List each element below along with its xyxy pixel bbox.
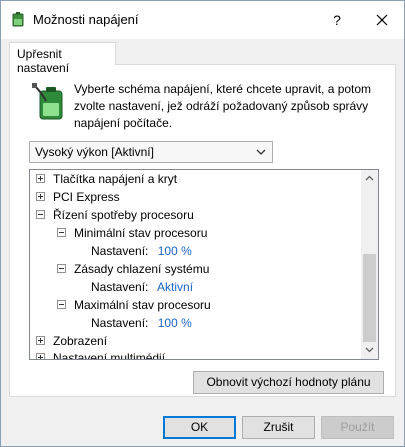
battery-app-icon — [12, 12, 24, 27]
collapse-icon[interactable] — [57, 228, 66, 237]
power-options-dialog: Možnosti napájení ? Upřesnit nastavení V… — [0, 0, 405, 447]
chevron-down-icon — [256, 149, 266, 155]
setting-value[interactable]: 100 % — [158, 316, 192, 330]
chevron-up-icon — [365, 175, 374, 181]
apply-button[interactable]: Použít — [321, 416, 394, 439]
tree-scrollbar[interactable] — [361, 170, 378, 359]
restore-defaults-button[interactable]: Obnovit výchozí hodnoty plánu — [193, 371, 384, 394]
ok-button[interactable]: OK — [163, 416, 236, 439]
setting-row-min-processor[interactable]: Nastavení: 100 % — [91, 242, 192, 260]
advanced-settings-panel: Vyberte schéma napájení, které chcete up… — [9, 64, 396, 397]
setting-value[interactable]: Aktivní — [157, 280, 193, 294]
power-plan-select[interactable]: Vysoký výkon [Aktivní] — [29, 141, 273, 163]
window-title: Možnosti napájení — [33, 12, 139, 27]
scroll-thumb[interactable] — [363, 254, 376, 342]
collapse-icon[interactable] — [57, 264, 66, 273]
scroll-down-button[interactable] — [361, 342, 378, 359]
cancel-button[interactable]: Zrušit — [242, 416, 315, 439]
chevron-down-icon — [365, 347, 374, 353]
setting-label: Nastavení: — [91, 244, 149, 258]
setting-label: Nastavení: — [91, 316, 149, 330]
power-plan-select-value: Vysoký výkon [Aktivní] — [35, 145, 154, 159]
help-button[interactable]: ? — [314, 1, 360, 39]
title-bar[interactable]: Možnosti napájení ? — [1, 1, 404, 39]
setting-row-max-processor[interactable]: Nastavení: 100 % — [91, 314, 192, 332]
expand-icon[interactable] — [36, 353, 45, 359]
close-button[interactable] — [359, 1, 405, 39]
battery-plug-icon — [32, 83, 63, 120]
settings-tree[interactable]: Tlačítka napájení a kryt PCI Express Říz… — [29, 169, 379, 360]
settings-tree-content: Tlačítka napájení a kryt PCI Express Říz… — [30, 170, 362, 359]
expand-icon[interactable] — [36, 336, 45, 345]
expand-icon[interactable] — [36, 192, 45, 201]
collapse-icon[interactable] — [36, 210, 45, 219]
expand-icon[interactable] — [36, 174, 45, 183]
description-text: Vyberte schéma napájení, které chcete up… — [74, 82, 372, 130]
close-icon — [376, 14, 388, 26]
setting-label: Nastavení: — [91, 280, 149, 294]
collapse-icon[interactable] — [57, 300, 66, 309]
setting-value[interactable]: 100 % — [158, 244, 192, 258]
tab-advanced-settings[interactable]: Upřesnit nastavení — [9, 42, 116, 75]
setting-row-cooling-policy[interactable]: Nastavení: Aktivní — [91, 278, 193, 296]
scroll-up-button[interactable] — [361, 170, 378, 187]
